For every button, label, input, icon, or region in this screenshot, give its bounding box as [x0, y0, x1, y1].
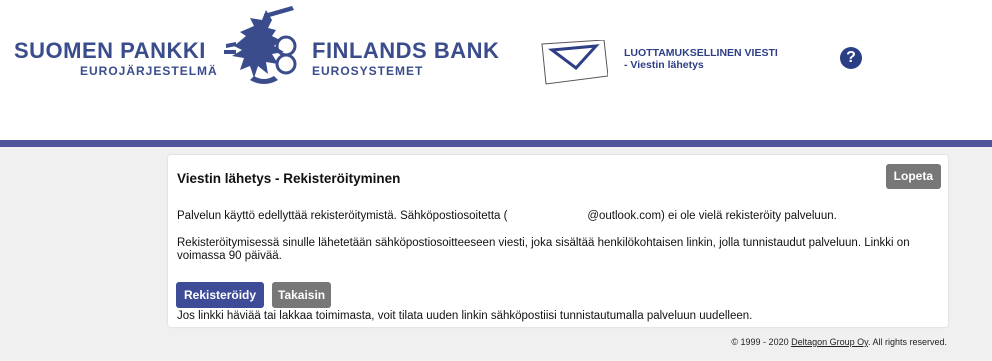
footer-suffix: . All rights reserved.: [867, 337, 947, 347]
logo-left-title: SUOMEN PANKKI: [14, 38, 206, 63]
footer-copyright: © 1999 - 2020 Deltagon Group Oy. All rig…: [731, 337, 947, 347]
registration-info-text: Rekisteröitymisessä sinulle lähetetään s…: [177, 237, 910, 262]
logo-right-subtitle: EUROSYSTEMET: [312, 64, 424, 78]
header-divider-bar: [0, 140, 992, 147]
envelope-icon: [541, 40, 608, 85]
logout-button[interactable]: Lopeta: [885, 164, 941, 189]
secure-message-title: LUOTTAMUKSELLINEN VIESTI - Viestin lähet…: [624, 47, 778, 71]
footer-prefix: © 1999 - 2020: [731, 337, 792, 347]
logo-right-title: FINLANDS BANK: [312, 38, 500, 63]
header: SUOMEN PANKKI EUROJÄRJESTELMÄ FINLANDS B…: [0, 0, 992, 140]
logo-left-subtitle: EUROJÄRJESTELMÄ: [80, 64, 218, 78]
card-title: Viestin lähetys - Rekisteröityminen: [177, 171, 401, 186]
secure-title-line2: - Viestin lähetys: [624, 59, 704, 71]
logo-finlands-bank: FINLANDS BANK EUROSYSTEMET: [312, 38, 499, 78]
logo-suomen-pankki: SUOMEN PANKKI EUROJÄRJESTELMÄ: [14, 38, 218, 78]
lion-emblem-icon: [224, 6, 297, 84]
help-button[interactable]: ?: [840, 47, 862, 69]
registration-card: Viestin lähetys - Rekisteröityminen Lope…: [168, 155, 948, 327]
link-renewal-text: Jos linkki häviää tai lakkaa toimimasta,…: [177, 310, 753, 322]
deltagon-link[interactable]: Deltagon Group Oy: [791, 337, 868, 347]
register-button[interactable]: Rekisteröidy: [176, 282, 265, 308]
back-button[interactable]: Takaisin: [272, 282, 332, 308]
registration-required-text: Palvelun käyttö edellyttää rekisteröitym…: [177, 210, 837, 222]
secure-title-line1: LUOTTAMUKSELLINEN VIESTI: [624, 47, 778, 59]
